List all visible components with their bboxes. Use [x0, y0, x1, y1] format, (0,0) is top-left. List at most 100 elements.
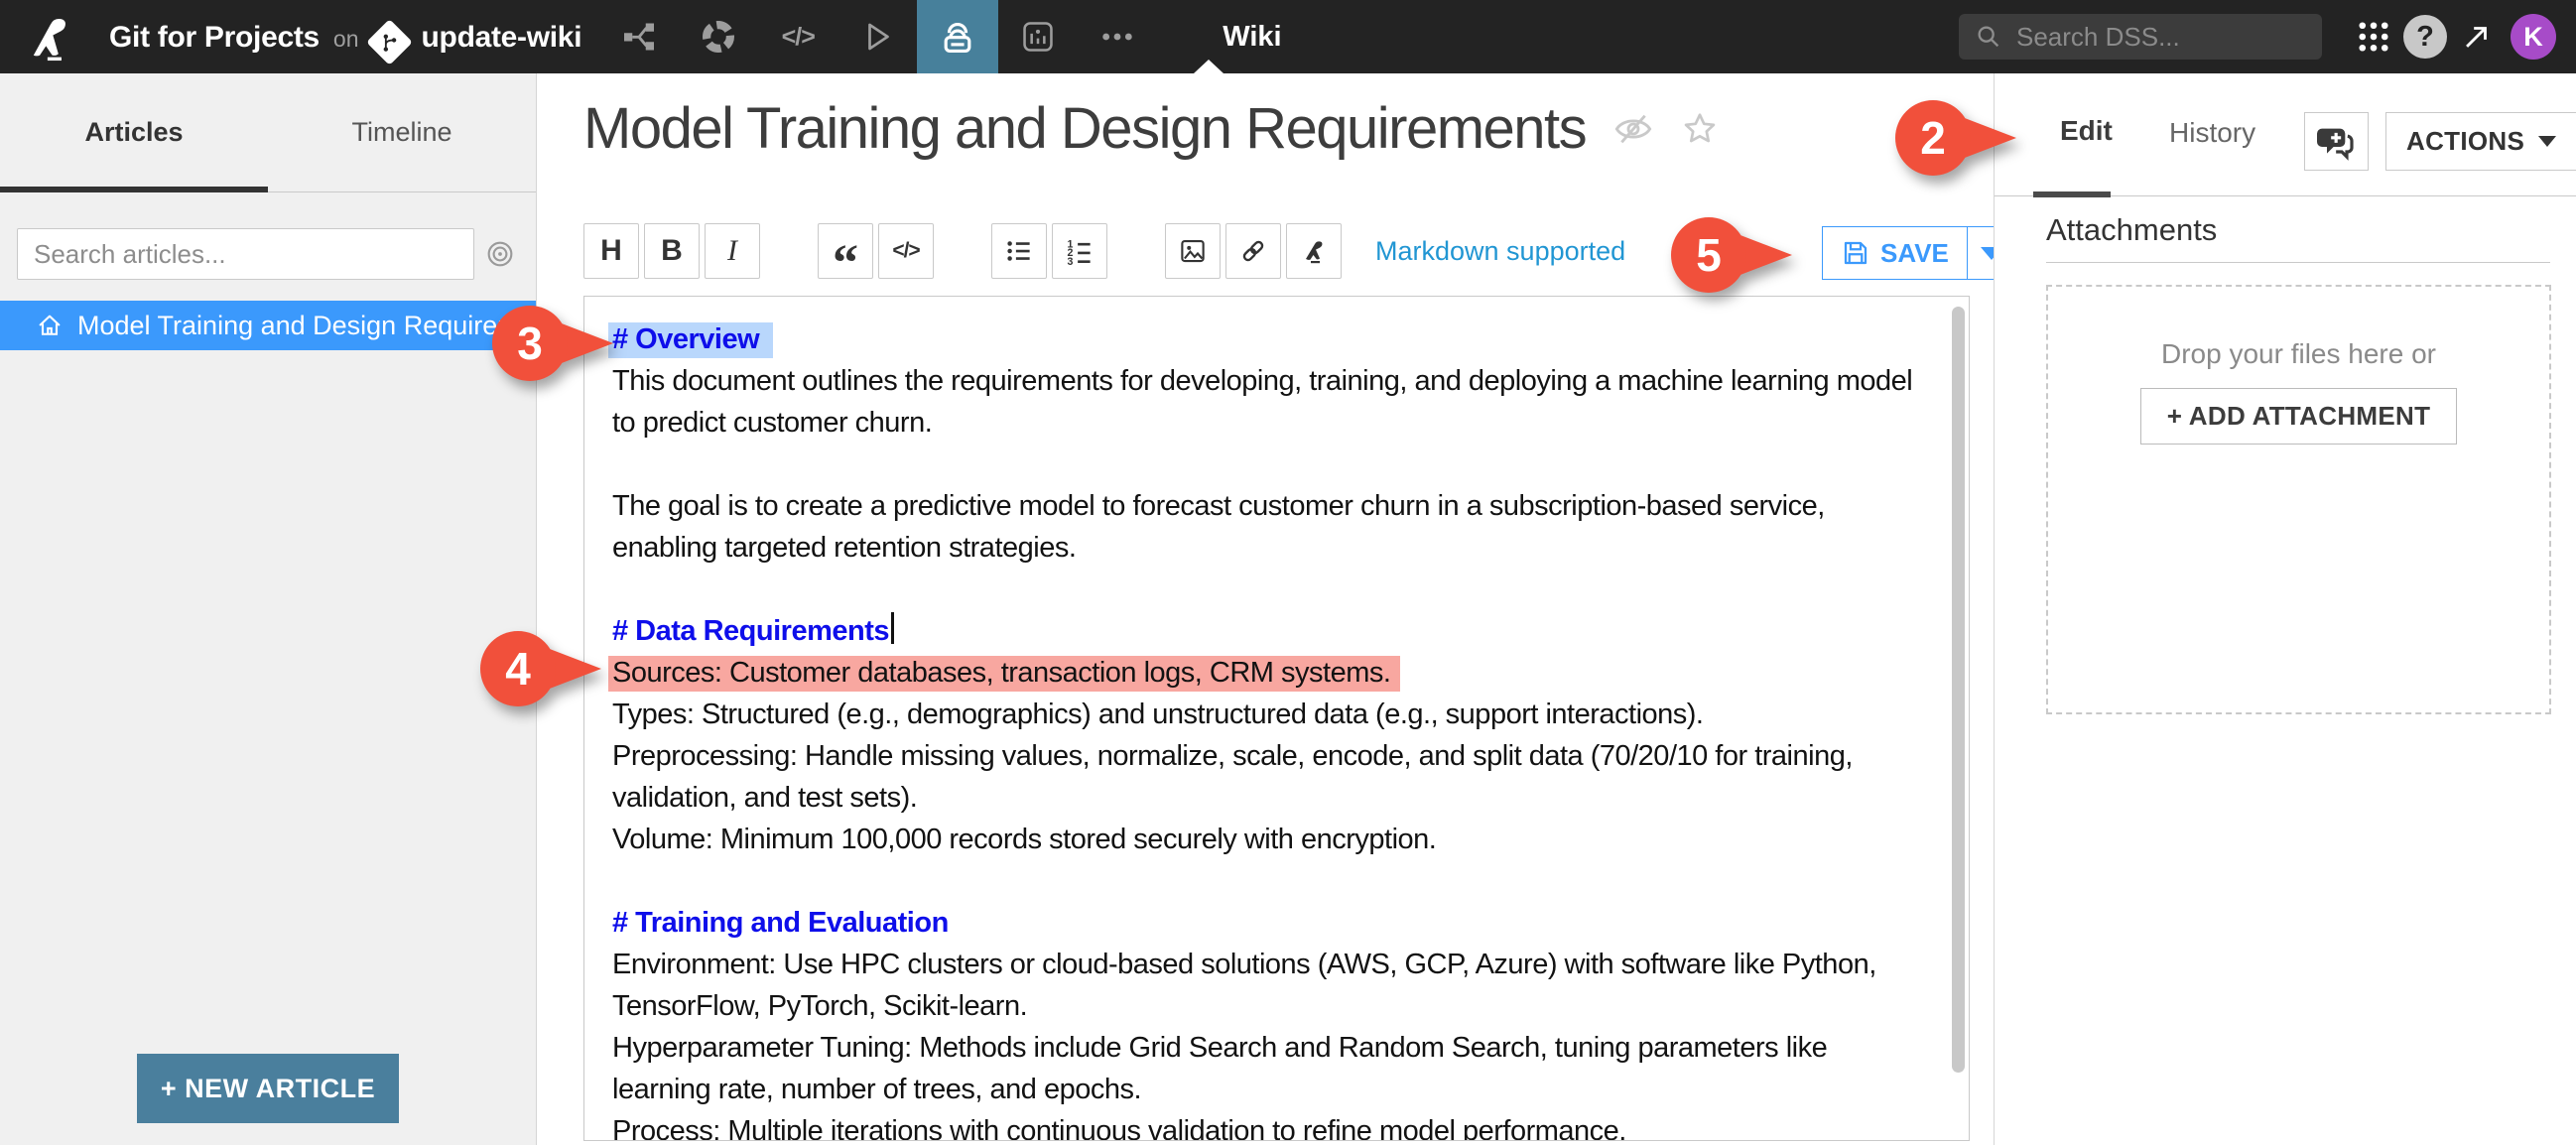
- quote-button[interactable]: “: [818, 223, 873, 290]
- active-tab-underline: [0, 187, 268, 192]
- heading-button[interactable]: H: [583, 223, 639, 279]
- new-article-button[interactable]: + NEW ARTICLE: [137, 1054, 399, 1123]
- bullet-list-button[interactable]: [991, 223, 1047, 279]
- editor-line: Preprocessing: Handle missing values, no…: [612, 735, 1929, 819]
- breadcrumb: Git for Projects on update-wiki: [109, 19, 582, 66]
- lab-rotor-icon[interactable]: [679, 0, 758, 73]
- italic-button[interactable]: I: [705, 223, 760, 279]
- markdown-editor[interactable]: # Overview This document outlines the req…: [583, 296, 1970, 1141]
- editor-line: # Training and Evaluation: [612, 902, 1929, 944]
- editor-heading-text: # Overview: [608, 322, 774, 358]
- save-button-group: SAVE: [1822, 226, 2017, 280]
- attachments-dropzone[interactable]: Drop your files here or + ADD ATTACHMENT: [2046, 285, 2551, 714]
- editor-heading-text: # Data Requirements: [612, 615, 890, 647]
- callout-2: 2: [1895, 100, 2016, 176]
- editor-line: # Data Requirements: [612, 610, 1929, 652]
- global-search[interactable]: [1959, 14, 2322, 60]
- scope-target-icon[interactable]: [484, 238, 516, 275]
- tab-articles[interactable]: Articles: [0, 73, 268, 191]
- editor-line: Process: Multiple iterations with contin…: [612, 1110, 1929, 1141]
- tab-edit[interactable]: Edit: [2060, 115, 2113, 147]
- editor-line: Volume: Minimum 100,000 records stored s…: [612, 819, 1929, 860]
- apps-grid-icon[interactable]: [2348, 0, 2399, 73]
- editor-paragraph-text: Preprocessing: Handle missing values, no…: [612, 740, 1853, 814]
- bold-button[interactable]: B: [644, 223, 700, 279]
- editor-line: Hyperparameter Tuning: Methods include G…: [612, 1027, 1929, 1110]
- attachments-title: Attachments: [2046, 212, 2550, 263]
- editor-line: Environment: Use HPC clusters or cloud-b…: [612, 944, 1929, 1027]
- article-title: Model Training and Design Requirements: [583, 96, 1588, 161]
- home-icon: [36, 312, 64, 339]
- dataiku-logo-icon[interactable]: [26, 12, 75, 62]
- git-branch-icon: [365, 19, 413, 66]
- on-label: on: [332, 25, 359, 52]
- articles-sidebar: Articles Timeline Model Training and Des…: [0, 73, 537, 1145]
- tab-history[interactable]: History: [2169, 117, 2255, 149]
- sidebar-tabs: Articles Timeline: [0, 73, 536, 192]
- callout-4: 4: [480, 631, 601, 706]
- discussions-button[interactable]: [2304, 112, 2369, 171]
- callout-5: 5: [1671, 217, 1792, 293]
- article-list-item-selected[interactable]: Model Training and Design Requirements: [0, 301, 536, 350]
- branch-name[interactable]: update-wiki: [422, 21, 582, 55]
- svg-text:3: 3: [1068, 256, 1074, 266]
- flow-icon[interactable]: [599, 0, 679, 73]
- insert-link-button[interactable]: [1225, 223, 1281, 279]
- edit-tab-underline: [2033, 191, 2111, 197]
- top-nav: Git for Projects on update-wiki </> Wiki…: [0, 0, 2576, 73]
- editor-line: This document outlines the requirements …: [612, 360, 1929, 444]
- text-caret: [891, 612, 894, 644]
- insert-image-button[interactable]: [1165, 223, 1221, 279]
- code-icon[interactable]: </>: [758, 0, 837, 73]
- add-attachment-button[interactable]: + ADD ATTACHMENT: [2139, 388, 2458, 445]
- more-dots-icon[interactable]: [1078, 0, 1157, 73]
- trend-arrow-icon[interactable]: [2451, 0, 2503, 73]
- star-icon[interactable]: [1681, 110, 1719, 148]
- editor-paragraph-text: Types: Structured (e.g., demographics) a…: [612, 699, 1704, 730]
- code-block-button[interactable]: </>: [878, 223, 934, 279]
- project-name[interactable]: Git for Projects: [109, 21, 320, 55]
- callout-3: 3: [492, 306, 613, 381]
- editor-paragraph-text: The goal is to create a predictive model…: [612, 490, 1825, 564]
- editor-paragraph-text: Hyperparameter Tuning: Methods include G…: [612, 1032, 1828, 1105]
- insert-dataiku-object-button[interactable]: [1286, 223, 1342, 279]
- search-articles-input[interactable]: [17, 228, 474, 280]
- unwatch-eye-icon[interactable]: [1613, 109, 1653, 149]
- user-avatar[interactable]: K: [2511, 14, 2556, 60]
- page-title-nav: Wiki: [1223, 20, 1282, 53]
- editor-paragraph-text: Volume: Minimum 100,000 records stored s…: [612, 824, 1437, 855]
- help-icon[interactable]: ?: [2399, 0, 2451, 73]
- editor-blank-line: [612, 569, 1929, 610]
- editor-paragraph-text: Environment: Use HPC clusters or cloud-b…: [612, 949, 1876, 1022]
- article-list-item-label: Model Training and Design Requirements: [77, 310, 536, 340]
- editor-paragraph-text: This document outlines the requirements …: [612, 365, 1913, 439]
- dss-wiki-page: Git for Projects on update-wiki </> Wiki…: [0, 0, 2576, 1145]
- wiki-tab-pointer: [1194, 60, 1224, 73]
- editor-scrollbar[interactable]: [1952, 307, 1965, 1073]
- editor-blank-line: [612, 860, 1929, 902]
- editor-line: # Overview: [608, 318, 1929, 360]
- editor-line: Sources: Customer databases, transaction…: [608, 652, 1929, 694]
- global-search-input[interactable]: [2016, 21, 2294, 53]
- search-icon: [1978, 26, 1999, 48]
- editor-paragraph-text: Process: Multiple iterations with contin…: [612, 1115, 1626, 1141]
- save-floppy-icon: [1844, 241, 1868, 265]
- editor-blank-line: [612, 444, 1929, 485]
- wiki-tab-active[interactable]: [917, 0, 999, 73]
- editor-paragraph-text: Sources: Customer databases, transaction…: [608, 656, 1401, 692]
- editor-line: Types: Structured (e.g., demographics) a…: [612, 694, 1929, 735]
- save-button[interactable]: SAVE: [1823, 227, 1967, 279]
- dashboard-icon[interactable]: [998, 0, 1078, 73]
- dropzone-hint: Drop your files here or: [2160, 338, 2436, 369]
- tab-timeline[interactable]: Timeline: [268, 73, 536, 191]
- chevron-down-icon: [2538, 136, 2557, 147]
- jobs-play-icon[interactable]: [837, 0, 917, 73]
- numbered-list-button[interactable]: 123: [1052, 223, 1107, 279]
- right-panel: Edit History ACTIONS Attachments Drop yo…: [1994, 73, 2576, 1145]
- panel-tabs: Edit History ACTIONS: [1995, 73, 2576, 197]
- editor-line: The goal is to create a predictive model…: [612, 485, 1929, 569]
- nav-icon-bar: </>: [599, 0, 1157, 73]
- discussion-icon: [2316, 128, 2354, 161]
- markdown-supported-link[interactable]: Markdown supported: [1375, 236, 1625, 267]
- actions-dropdown-button[interactable]: ACTIONS: [2385, 112, 2576, 171]
